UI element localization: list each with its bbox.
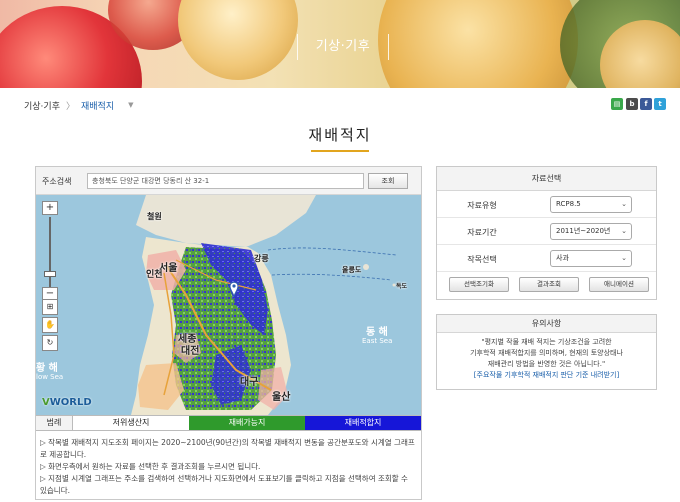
map-label-daegu: 대구 [240, 377, 259, 388]
note-line: ▷ 지점별 시계열 그래프는 주소를 검색하여 선택하거나 지도화면에서 도표보… [40, 474, 408, 495]
reset-selection-button[interactable]: 선택조기화 [449, 277, 509, 292]
data-type-label: 자료유형 [467, 201, 497, 210]
vworld-logo-v: V [42, 397, 50, 408]
title-underline [311, 150, 369, 152]
notice-panel: 유의사항 "평지별 작물 재배 적지는 기상조건을 고려한 기후학적 재배적합지… [436, 314, 657, 390]
data-type-row: 자료유형 RCP8.5 ⌄ [437, 192, 656, 218]
map-label-daejeon: 대전 [181, 346, 200, 357]
page-title: 재배적지 [308, 126, 372, 144]
selection-buttons: 선택조기화 결과조회 애니메이션 [449, 277, 649, 293]
sea-label-west-en: low Sea [36, 373, 64, 381]
note-line: ▷ 화면우측에서 원하는 자료를 선택한 후 결과조회를 누르시면 됩니다. [40, 462, 261, 471]
crop-select[interactable]: 사과 ⌄ [550, 250, 632, 267]
address-search-input[interactable]: 충청북도 단양군 대강면 당동리 산 32-1 [87, 173, 364, 189]
print-icon[interactable]: ▤ [611, 98, 623, 110]
data-selection-title: 자료선택 [437, 167, 656, 191]
blog-share-icon[interactable]: b [626, 98, 638, 110]
zoom-slider-handle[interactable] [44, 271, 56, 277]
data-period-label: 자료기간 [467, 228, 497, 237]
crop-row: 작목선택 사과 ⌄ [437, 246, 656, 272]
chevron-down-icon: ⌄ [621, 254, 627, 262]
suitability-map[interactable]: 철원 서울 인천 강릉 울릉도 독도 세종 대전 대구 울산 동 해 East … [36, 195, 421, 415]
legend-low-production: 저위생산지 [73, 416, 189, 430]
notice-title: 유의사항 [437, 315, 656, 333]
data-type-select[interactable]: RCP8.5 ⌄ [550, 196, 632, 213]
map-label-cheolwon: 철원 [147, 212, 162, 221]
crop-value: 사과 [556, 254, 569, 262]
facebook-icon[interactable]: f [640, 98, 652, 110]
usage-notes: ▷ 작목별 재배적지 지도조회 페이지는 2020~2100년(90년간)의 작… [40, 437, 416, 497]
caret-down-icon[interactable]: ▼ [128, 101, 133, 109]
legend-suitable: 재배적합지 [305, 416, 421, 430]
chevron-right-icon: 〉 [65, 101, 75, 112]
sea-label-west: 황 해 [36, 363, 58, 374]
map-label-incheon: 인천 [146, 270, 163, 280]
map-graphic [76, 195, 397, 415]
chevron-down-icon: ⌄ [621, 200, 627, 208]
note-line: ▷ 작목별 재배적지 지도조회 페이지는 2020~2100년(90년간)의 작… [40, 438, 415, 459]
banner-title: 기상·기후 [297, 34, 389, 60]
refresh-icon[interactable]: ↻ [42, 335, 58, 351]
top-banner: 기상·기후 [0, 0, 680, 88]
map-label-gangneung: 강릉 [254, 254, 269, 263]
map-label-ulleung: 울릉도 [342, 266, 362, 274]
address-search-bar: 주소검색 충청북도 단양군 대강면 당동리 산 32-1 조회 [36, 167, 421, 195]
data-selection-panel: 자료선택 자료유형 RCP8.5 ⌄ 자료기간 2011년~2020년 ⌄ 작목선택… [436, 166, 657, 300]
data-period-row: 자료기간 2011년~2020년 ⌄ [437, 219, 656, 245]
breadcrumb-home[interactable]: 기상·기후 [24, 99, 60, 112]
breadcrumb: 기상·기후 〉 재배적지 ▼ [24, 98, 134, 112]
sea-label-east-en: East Sea [362, 337, 393, 345]
chevron-down-icon: ⌄ [621, 227, 627, 235]
view-results-button[interactable]: 결과조회 [519, 277, 579, 292]
address-search-label: 주소검색 [42, 177, 72, 186]
map-label-ulsan: 울산 [272, 392, 291, 403]
pear-image [378, 0, 578, 88]
data-period-select[interactable]: 2011년~2020년 ⌄ [550, 223, 632, 240]
address-search-button[interactable]: 조회 [368, 173, 408, 189]
criteria-download-link[interactable]: [주요작물 기후학적 재배적지 판단 기준 내려받기] [443, 370, 650, 381]
notice-body: "평지별 작물 재배 적지는 기상조건을 고려한 기후학적 재배적합지를 의미하… [437, 333, 656, 385]
legend-title: 범례 [36, 416, 73, 430]
legend-cultivable: 재배가능지 [189, 416, 305, 430]
map-legend: 범례 저위생산지 재배가능지 재배적합지 [36, 415, 421, 431]
vworld-logo-text: WORLD [49, 397, 92, 408]
measure-distance-icon[interactable]: ⊞ [42, 299, 58, 315]
pear-image [178, 0, 298, 80]
sea-label-east: 동 해 [366, 327, 388, 338]
twitter-icon[interactable]: t [654, 98, 666, 110]
map-panel: 주소검색 충청북도 단양군 대강면 당동리 산 32-1 조회 철원 서울 인천… [35, 166, 422, 500]
pan-hand-icon[interactable]: ✋ [42, 317, 58, 333]
notice-line: 기후학적 재배적합지를 의미하며, 현재의 토양상태나 [470, 349, 623, 357]
notice-line: 재배관리 방법을 반영한 것은 아닙니다." [487, 360, 606, 368]
animation-button[interactable]: 애니메이션 [589, 277, 649, 292]
zoom-rail[interactable] [49, 217, 51, 289]
data-type-value: RCP8.5 [556, 200, 581, 208]
data-period-value: 2011년~2020년 [556, 227, 611, 235]
zoom-in-button[interactable]: + [42, 201, 58, 215]
vworld-logo: VWORLD [42, 397, 92, 408]
breadcrumb-current[interactable]: 재배적지 [81, 99, 114, 112]
crop-label: 작목선택 [467, 255, 497, 264]
map-label-dokdo: 독도 [396, 283, 408, 290]
notice-line: "평지별 작물 재배 적지는 기상조건을 고려한 [481, 338, 612, 346]
